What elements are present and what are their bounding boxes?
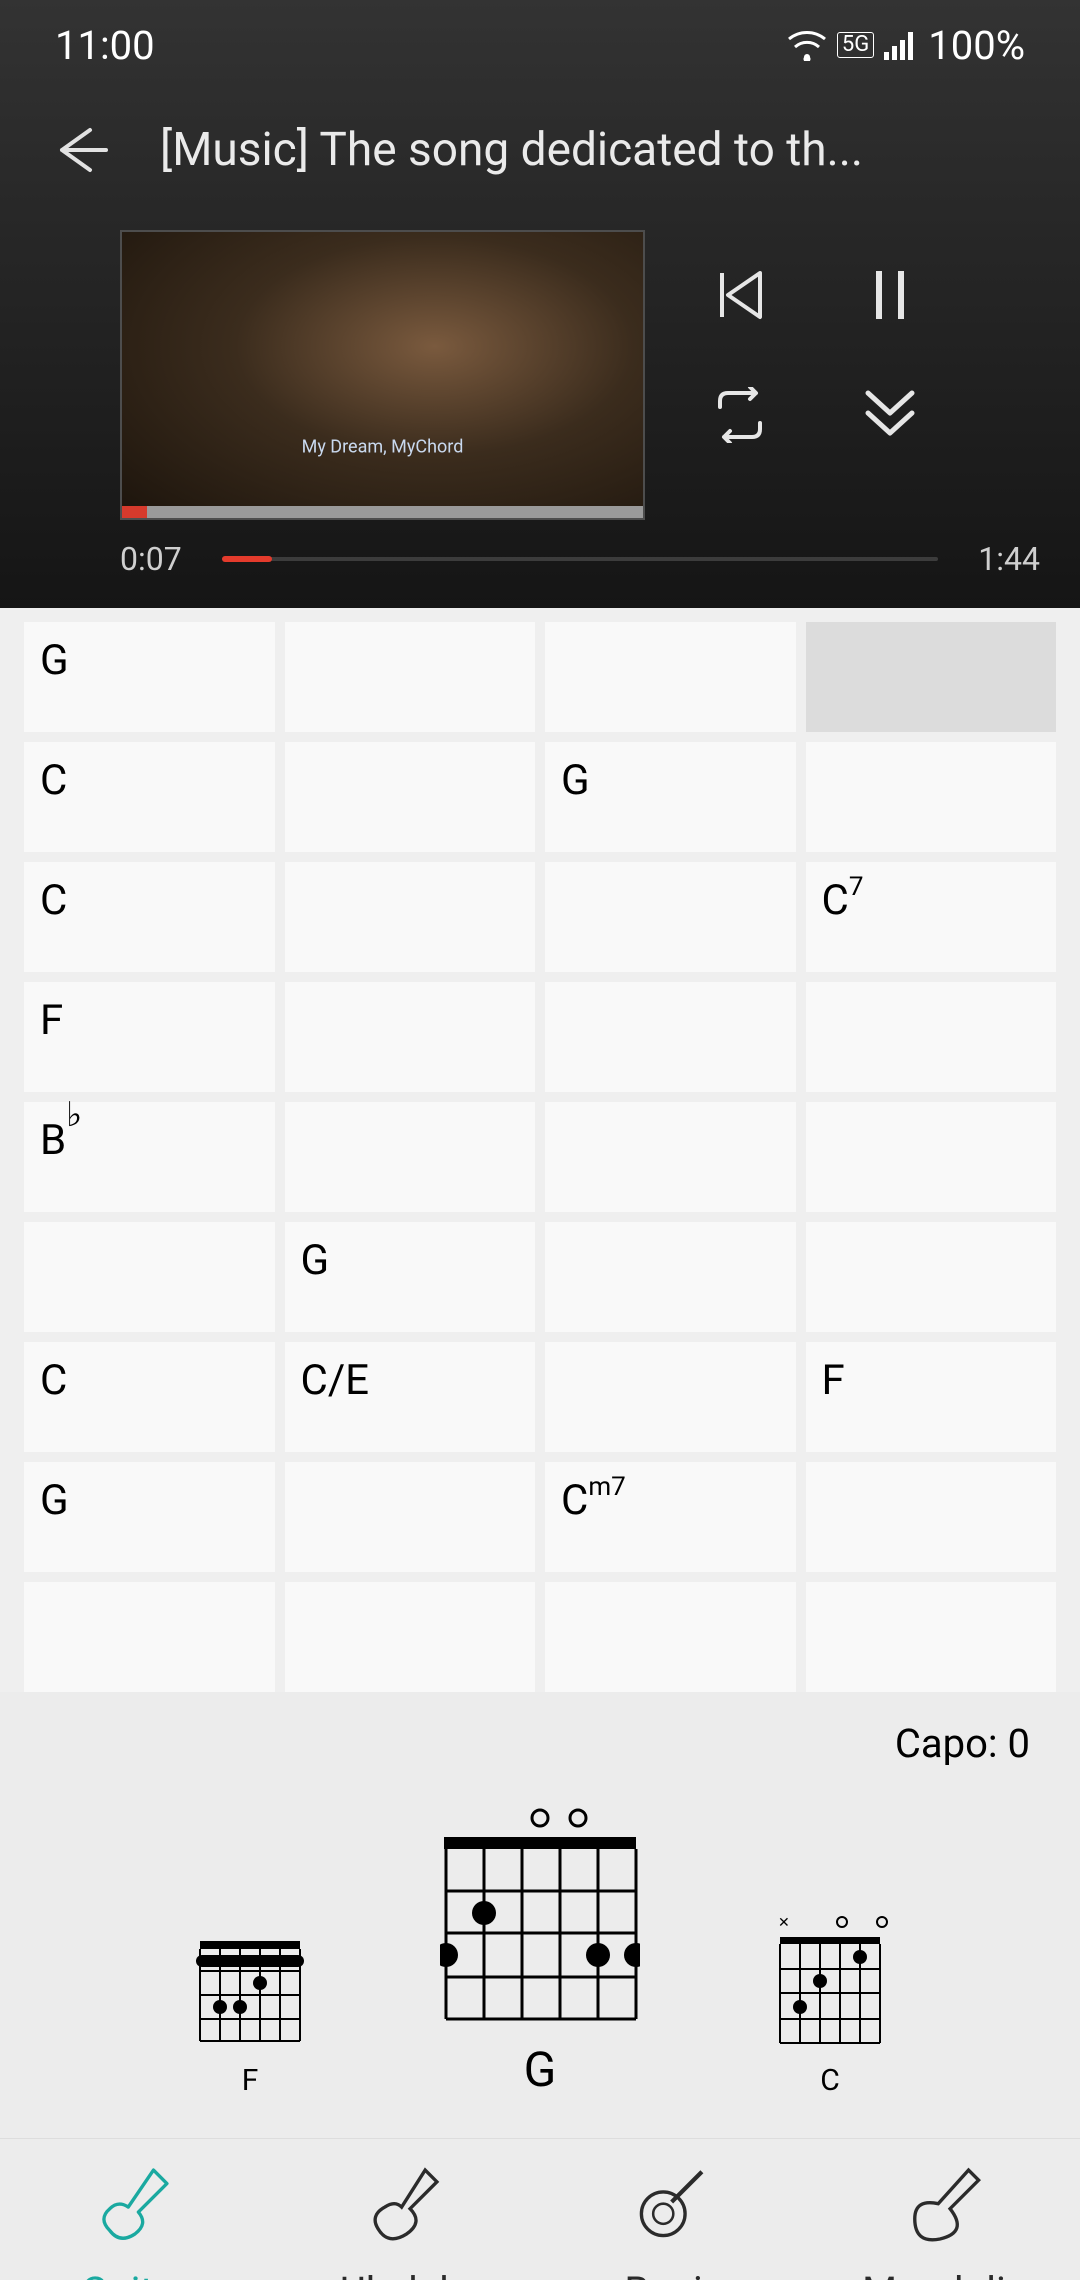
- fretboard-icon: [770, 1931, 890, 2051]
- fretboard-icon: [190, 1931, 310, 2051]
- status-time: 11:00: [55, 22, 155, 69]
- instrument-tab-ukulele[interactable]: Ukulele: [270, 2139, 540, 2280]
- chord-cell[interactable]: F: [806, 1342, 1057, 1452]
- status-bar: 11:00 5G 100%: [0, 0, 1080, 90]
- open-strings-icon: [440, 1807, 640, 1829]
- chord-cell[interactable]: [285, 1582, 536, 1692]
- video-area: My Dream, MyChord: [0, 210, 1080, 608]
- chord-cell[interactable]: [24, 1222, 275, 1332]
- chord-cell[interactable]: [545, 1342, 796, 1452]
- time-total: 1:44: [978, 540, 1040, 578]
- network-badge: 5G: [837, 32, 874, 58]
- back-button[interactable]: [40, 110, 120, 190]
- collapse-button[interactable]: [855, 380, 925, 450]
- chord-grid: GCGCC7FB♭GCC/EFGCm7: [0, 608, 1080, 1692]
- chord-diagram-right[interactable]: ✕ C: [770, 1915, 890, 2098]
- chord-cell[interactable]: [285, 742, 536, 852]
- capo-label[interactable]: Capo: 0: [0, 1692, 1080, 1777]
- chord-cell[interactable]: [806, 742, 1057, 852]
- guitar-icon: [93, 2160, 177, 2254]
- chord-cell[interactable]: [285, 862, 536, 972]
- pause-icon: [865, 265, 915, 325]
- repeat-icon: [710, 387, 770, 443]
- chevron-double-down-icon: [860, 387, 920, 443]
- chord-cell[interactable]: [806, 1102, 1057, 1212]
- chord-cell[interactable]: F: [24, 982, 275, 1092]
- page-title: [Music] The song dedicated to th...: [160, 123, 1040, 177]
- chord-cell[interactable]: [545, 982, 796, 1092]
- seek-fill: [222, 556, 272, 562]
- chord-diagram-center[interactable]: G: [440, 1807, 640, 2098]
- chord-cell[interactable]: G: [24, 1462, 275, 1572]
- video-thumbnail[interactable]: My Dream, MyChord: [120, 230, 645, 520]
- instrument-tabs: Guitar Ukulele Banjo Mandolin: [0, 2138, 1080, 2280]
- progress-row: 0:07 1:44: [120, 540, 1040, 578]
- signal-icon: [884, 30, 918, 60]
- chord-cell[interactable]: C/E: [285, 1342, 536, 1452]
- chord-cell[interactable]: [806, 1462, 1057, 1572]
- chord-cell[interactable]: [545, 1102, 796, 1212]
- fretboard-icon: [440, 1833, 640, 2023]
- instrument-tab-mandolin[interactable]: Mandolin: [810, 2139, 1080, 2280]
- chord-cell[interactable]: [806, 622, 1057, 732]
- chord-cell[interactable]: [545, 1582, 796, 1692]
- chord-cell[interactable]: C: [24, 862, 275, 972]
- ukulele-icon: [363, 2160, 447, 2254]
- chord-cell[interactable]: G: [285, 1222, 536, 1332]
- chord-cell[interactable]: [806, 1582, 1057, 1692]
- thumb-progress: [122, 506, 147, 518]
- banjo-icon: [633, 2160, 717, 2254]
- video-controls: [705, 230, 925, 450]
- wifi-icon: [787, 29, 827, 61]
- arrow-left-icon: [50, 120, 110, 180]
- chord-cell[interactable]: [545, 622, 796, 732]
- chord-cell[interactable]: C: [24, 1342, 275, 1452]
- chord-cell[interactable]: C7: [806, 862, 1057, 972]
- mandolin-icon: [903, 2160, 987, 2254]
- previous-button[interactable]: [705, 260, 775, 330]
- chord-cell[interactable]: G: [545, 742, 796, 852]
- instrument-label: Banjo: [624, 2268, 725, 2280]
- seek-bar[interactable]: [222, 557, 939, 561]
- chord-diagram-left[interactable]: F: [190, 1931, 310, 2098]
- repeat-button[interactable]: [705, 380, 775, 450]
- open-strings-icon: ✕: [770, 1915, 890, 1929]
- time-current: 0:07: [120, 540, 182, 578]
- chord-cell[interactable]: G: [24, 622, 275, 732]
- chord-cell[interactable]: [806, 982, 1057, 1092]
- chord-cell[interactable]: B♭: [24, 1102, 275, 1212]
- chord-cell[interactable]: [545, 1222, 796, 1332]
- chord-cell[interactable]: [285, 1462, 536, 1572]
- diagram-label-center: G: [524, 2041, 557, 2098]
- instrument-label: Ukulele: [340, 2268, 470, 2280]
- status-right: 5G 100%: [787, 22, 1025, 69]
- chord-cell[interactable]: [545, 862, 796, 972]
- chord-cell[interactable]: [806, 1222, 1057, 1332]
- battery-text: 100%: [928, 22, 1025, 69]
- chord-cell[interactable]: [285, 1102, 536, 1212]
- diagram-label-right: C: [820, 2063, 840, 2098]
- instrument-tab-banjo[interactable]: Banjo: [540, 2139, 810, 2280]
- instrument-label: Guitar: [81, 2268, 188, 2280]
- chord-cell[interactable]: [24, 1582, 275, 1692]
- skip-back-icon: [710, 265, 770, 325]
- chord-diagram-row: F G ✕: [0, 1777, 1080, 2138]
- app-header: [Music] The song dedicated to th...: [0, 90, 1080, 210]
- chord-cell[interactable]: Cm7: [545, 1462, 796, 1572]
- instrument-label: Mandolin: [862, 2268, 1028, 2280]
- svg-text:✕: ✕: [778, 1915, 790, 1929]
- chord-cell[interactable]: [285, 622, 536, 732]
- chord-cell[interactable]: C: [24, 742, 275, 852]
- pause-button[interactable]: [855, 260, 925, 330]
- instrument-tab-guitar[interactable]: Guitar: [0, 2139, 270, 2280]
- video-caption: My Dream, MyChord: [302, 436, 464, 457]
- chord-cell[interactable]: [285, 982, 536, 1092]
- diagram-label-left: F: [242, 2063, 259, 2098]
